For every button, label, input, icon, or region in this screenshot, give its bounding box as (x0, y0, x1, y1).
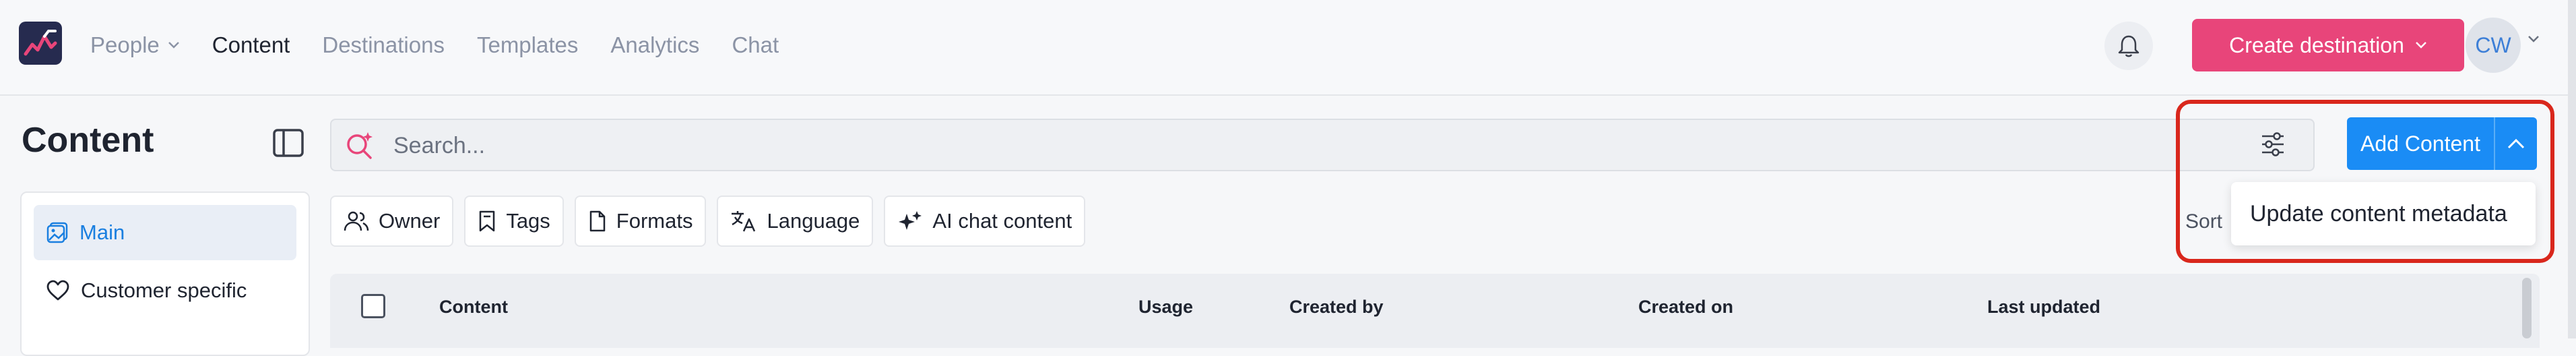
column-header-created-on[interactable]: Created on (1638, 297, 1733, 318)
sparkle-icon (899, 211, 922, 230)
update-content-metadata-menu-item[interactable]: Update content metadata (2231, 182, 2536, 245)
create-destination-button[interactable]: Create destination (2192, 19, 2464, 71)
filter-owner-chip[interactable]: Owner (330, 196, 454, 247)
sidebar-item-label: Main (79, 220, 125, 244)
heart-icon (46, 280, 69, 301)
column-header-content[interactable]: Content (439, 297, 508, 318)
nav-chat-label: Chat (732, 32, 779, 57)
main-nav: People Content Destinations Templates An… (90, 0, 779, 90)
filter-settings-icon[interactable] (2259, 131, 2286, 158)
user-avatar[interactable]: CW (2466, 18, 2521, 73)
ai-search-icon (347, 132, 373, 159)
image-icon (46, 222, 68, 243)
app-logo[interactable] (19, 22, 62, 65)
nav-content[interactable]: Content (212, 32, 290, 58)
sidebar-item-main[interactable]: Main (34, 205, 296, 260)
chevron-down-icon (2415, 42, 2426, 49)
chip-label: Language (767, 209, 860, 233)
bookmark-icon (480, 210, 495, 232)
nav-destinations-label: Destinations (322, 32, 445, 57)
create-destination-label: Create destination (2229, 32, 2404, 57)
nav-people-label: People (90, 32, 160, 57)
file-icon (589, 210, 606, 232)
search-bar (330, 119, 2315, 171)
avatar-initials: CW (2475, 32, 2511, 57)
chip-label: Owner (379, 209, 441, 233)
users-icon (344, 211, 369, 231)
add-content-label: Add Content (2360, 131, 2480, 156)
dropdown-item-label: Update content metadata (2250, 200, 2507, 227)
column-header-last-updated[interactable]: Last updated (1987, 297, 2100, 318)
filter-formats-chip[interactable]: Formats (574, 196, 707, 247)
sidebar-item-label: Customer specific (81, 278, 247, 302)
sidebar-item-customer-specific[interactable]: Customer specific (34, 263, 296, 318)
sidebar-toggle-icon[interactable] (272, 128, 304, 158)
chevron-up-icon (2507, 138, 2525, 149)
column-header-usage[interactable]: Usage (1138, 297, 1193, 318)
nav-analytics-label: Analytics (610, 32, 700, 57)
nav-content-label: Content (212, 32, 290, 57)
filter-chips: Owner Tags Formats Language AI chat cont… (330, 196, 1086, 247)
chevron-down-icon[interactable] (2527, 35, 2540, 43)
search-input[interactable] (392, 127, 2214, 165)
chip-label: AI chat content (932, 209, 1072, 233)
nav-analytics[interactable]: Analytics (610, 32, 699, 58)
sort-label[interactable]: Sort (2185, 210, 2222, 233)
select-all-checkbox[interactable] (361, 294, 385, 318)
top-navigation-bar: People Content Destinations Templates An… (0, 0, 2576, 96)
bell-icon (2118, 35, 2139, 57)
add-content-button[interactable]: Add Content (2347, 117, 2494, 170)
nav-people[interactable]: People (90, 32, 180, 58)
nav-destinations[interactable]: Destinations (322, 32, 445, 58)
table-scrollbar-thumb[interactable] (2522, 278, 2532, 338)
chevron-down-icon (168, 42, 179, 49)
add-content-menu-toggle[interactable] (2494, 117, 2537, 170)
nav-templates-label: Templates (476, 32, 579, 57)
logo-icon (22, 24, 59, 62)
chip-label: Formats (616, 209, 693, 233)
filter-ai-chat-content-chip[interactable]: AI chat content (884, 196, 1086, 247)
nav-chat[interactable]: Chat (732, 32, 779, 58)
notifications-button[interactable] (2104, 22, 2153, 70)
nav-templates[interactable]: Templates (477, 32, 578, 58)
translate-icon (732, 211, 756, 232)
column-header-created-by[interactable]: Created by (1289, 297, 1384, 318)
filter-language-chip[interactable]: Language (717, 196, 874, 247)
content-sidebar: Main Customer specific (20, 191, 310, 356)
page-title: Content (22, 121, 154, 160)
content-table-header: Content Usage Created by Created on Last… (330, 274, 2540, 348)
chip-label: Tags (506, 209, 550, 233)
filter-tags-chip[interactable]: Tags (464, 196, 564, 247)
page-scrollbar[interactable] (2568, 0, 2576, 338)
